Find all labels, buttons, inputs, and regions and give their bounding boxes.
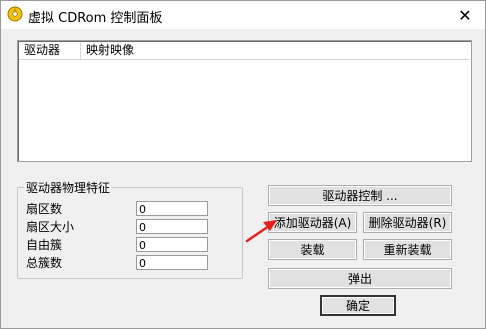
sector-count-field: 0 xyxy=(136,201,208,216)
window-title: 虚拟 CDRom 控制面板 xyxy=(28,11,163,26)
cd-app-icon xyxy=(7,6,23,22)
list-header: 驱动器 映射映像 xyxy=(19,42,470,60)
total-clusters-label: 总簇数 xyxy=(26,256,63,270)
close-button[interactable]: ✕ xyxy=(445,1,485,29)
sector-size-label: 扇区大小 xyxy=(26,220,75,234)
remove-drive-button[interactable]: 删除驱动器(R) xyxy=(363,212,452,233)
main-window: 虚拟 CDRom 控制面板 ✕ 驱动器 映射映像 驱动器物理特征 扇区数 0 扇… xyxy=(0,0,486,329)
total-clusters-field: 0 xyxy=(136,255,208,270)
column-header-drive[interactable]: 驱动器 xyxy=(19,42,81,59)
free-clusters-label: 自由簇 xyxy=(26,238,63,252)
free-clusters-field: 0 xyxy=(136,237,208,252)
sector-size-field: 0 xyxy=(136,219,208,234)
title-bar: 虚拟 CDRom 控制面板 ✕ xyxy=(1,1,485,29)
group-title: 驱动器物理特征 xyxy=(24,179,113,196)
ok-button[interactable]: 确定 xyxy=(320,295,396,316)
drive-properties-group: 驱动器物理特征 扇区数 0 扇区大小 0 自由簇 0 总簇数 0 xyxy=(17,179,243,279)
eject-button[interactable]: 弹出 xyxy=(268,268,452,289)
remount-button[interactable]: 重新装载 xyxy=(363,239,452,260)
mount-button[interactable]: 装载 xyxy=(268,239,357,260)
column-header-image[interactable]: 映射映像 xyxy=(81,42,471,59)
sector-count-label: 扇区数 xyxy=(26,202,63,216)
close-icon: ✕ xyxy=(458,5,472,25)
drive-list[interactable]: 驱动器 映射映像 xyxy=(17,40,472,162)
red-arrow-annotation xyxy=(245,220,277,243)
drive-control-button[interactable]: 驱动器控制 ... xyxy=(268,185,452,206)
add-drive-button[interactable]: 添加驱动器(A) xyxy=(268,212,357,233)
